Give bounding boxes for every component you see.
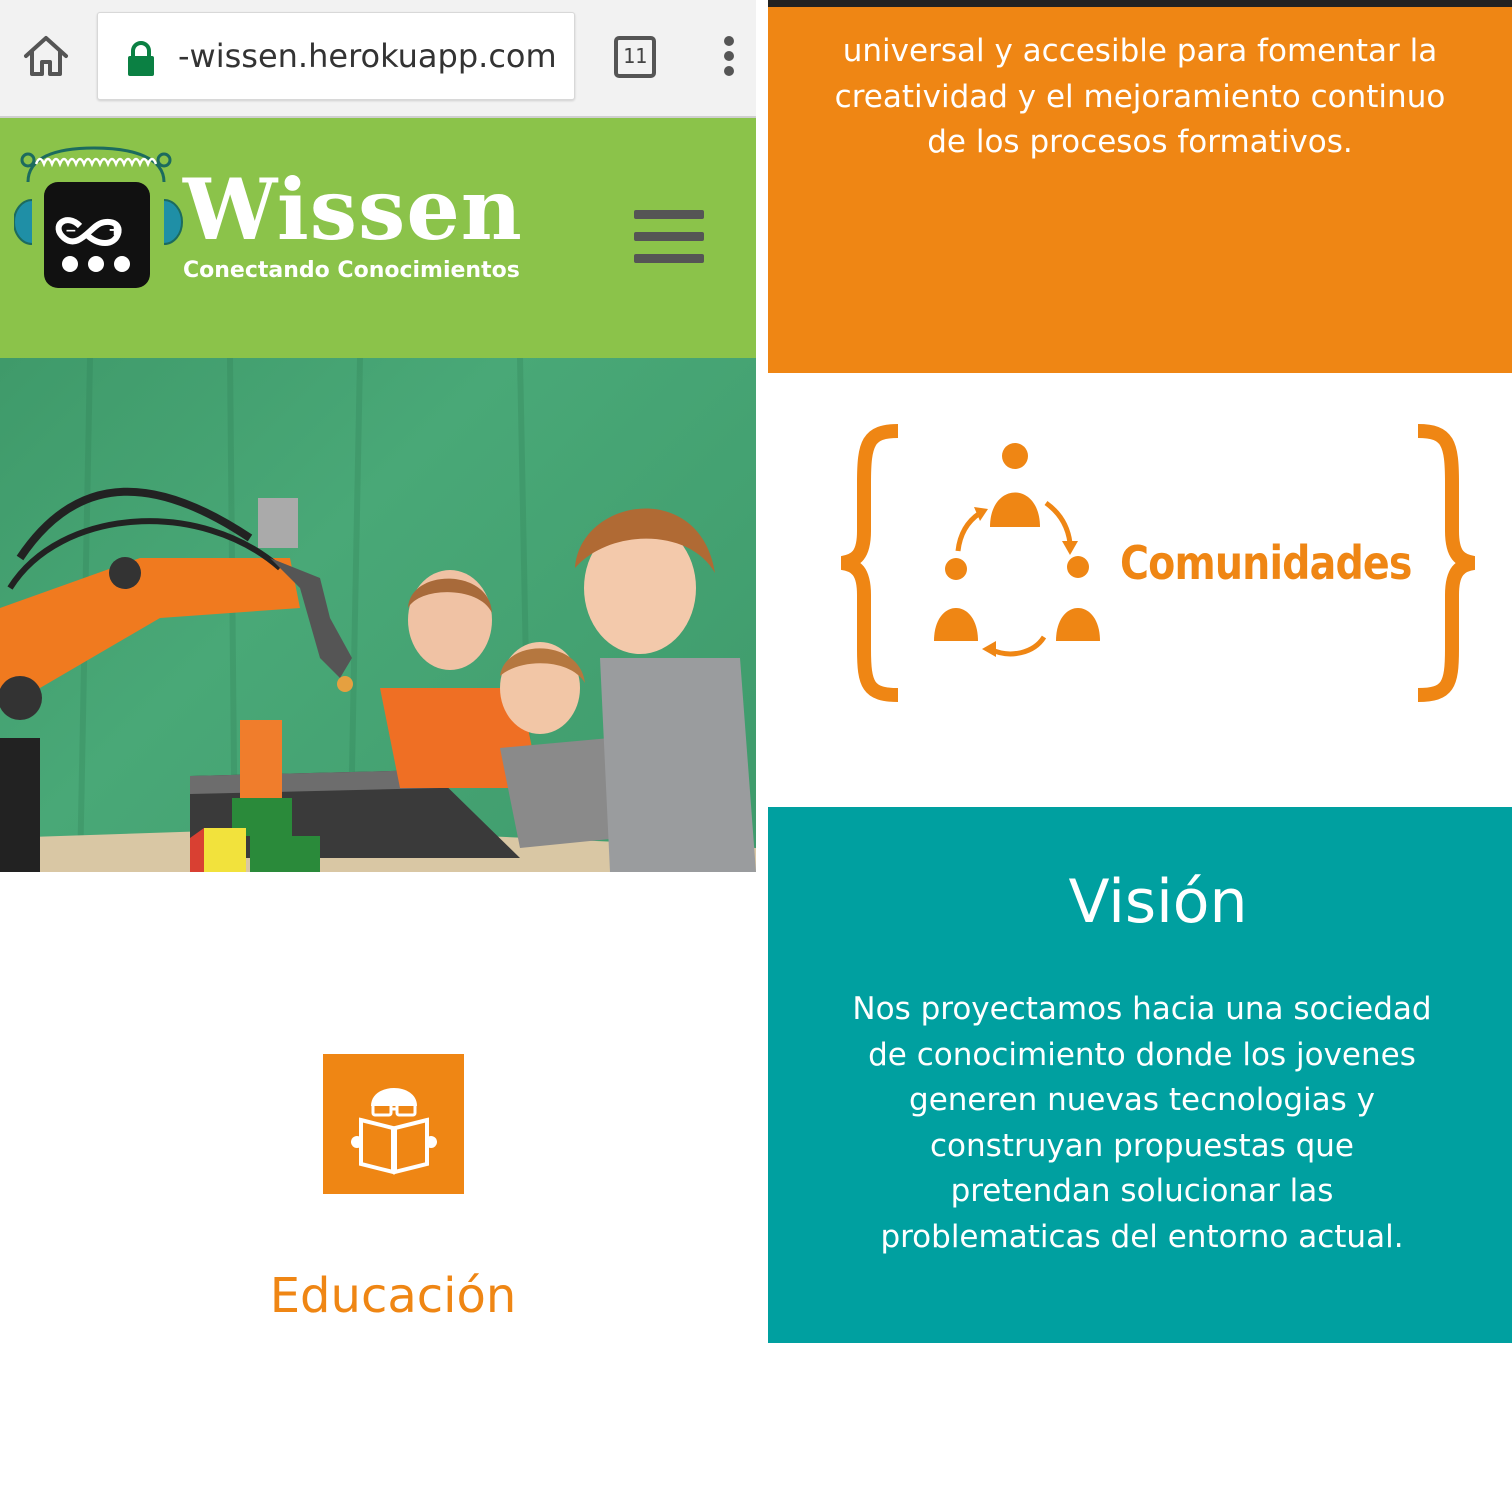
brand-name[interactable]: Wissen: [183, 168, 523, 252]
panel-divider: [756, 0, 768, 1512]
robot-arm-with-children-photo: [0, 358, 756, 872]
community-section: Comunidades: [768, 373, 1512, 807]
left-screenshot-panel: -wissen.herokuapp.com 11 − + Wissen Cone…: [0, 0, 756, 1512]
right-brace-icon: [1417, 424, 1476, 702]
mission-text: universal y accesible para fomentar la c…: [834, 33, 1446, 160]
home-icon[interactable]: [20, 30, 72, 82]
more-vert-icon[interactable]: [718, 36, 742, 78]
vision-section: Visión Nos proyectamos hacia una socieda…: [768, 807, 1512, 1343]
community-label: Comunidades: [1120, 536, 1412, 590]
left-brace-icon: [840, 424, 899, 702]
reading-book-icon: [323, 1054, 464, 1194]
tab-count: 11: [622, 44, 648, 68]
community-cycle-icon: [934, 443, 1100, 657]
arduino-robot-logo[interactable]: − +: [14, 138, 184, 298]
site-header: − + Wissen Conectando Conocimientos: [0, 118, 756, 358]
svg-text:−: −: [65, 223, 77, 239]
svg-text:+: +: [108, 220, 121, 239]
mission-section: universal y accesible para fomentar la c…: [768, 0, 1512, 373]
hero-photo: [0, 358, 756, 872]
vision-text: Nos proyectamos hacia una sociedad de co…: [852, 991, 1432, 1255]
brand-tagline: Conectando Conocimientos: [183, 258, 520, 283]
community-graphic: [840, 424, 1476, 702]
tab-switcher-button[interactable]: 11: [614, 36, 656, 78]
hamburger-menu-icon[interactable]: [634, 210, 704, 268]
lock-icon: [128, 41, 154, 76]
address-bar[interactable]: -wissen.herokuapp.com: [97, 12, 575, 100]
url-text: -wissen.herokuapp.com: [178, 37, 557, 75]
browser-toolbar: -wissen.herokuapp.com 11: [0, 0, 756, 118]
vision-title: Visión: [1068, 867, 1248, 937]
right-screenshot-panel: universal y accesible para fomentar la c…: [768, 0, 1512, 1512]
education-title: Educación: [269, 1268, 517, 1324]
